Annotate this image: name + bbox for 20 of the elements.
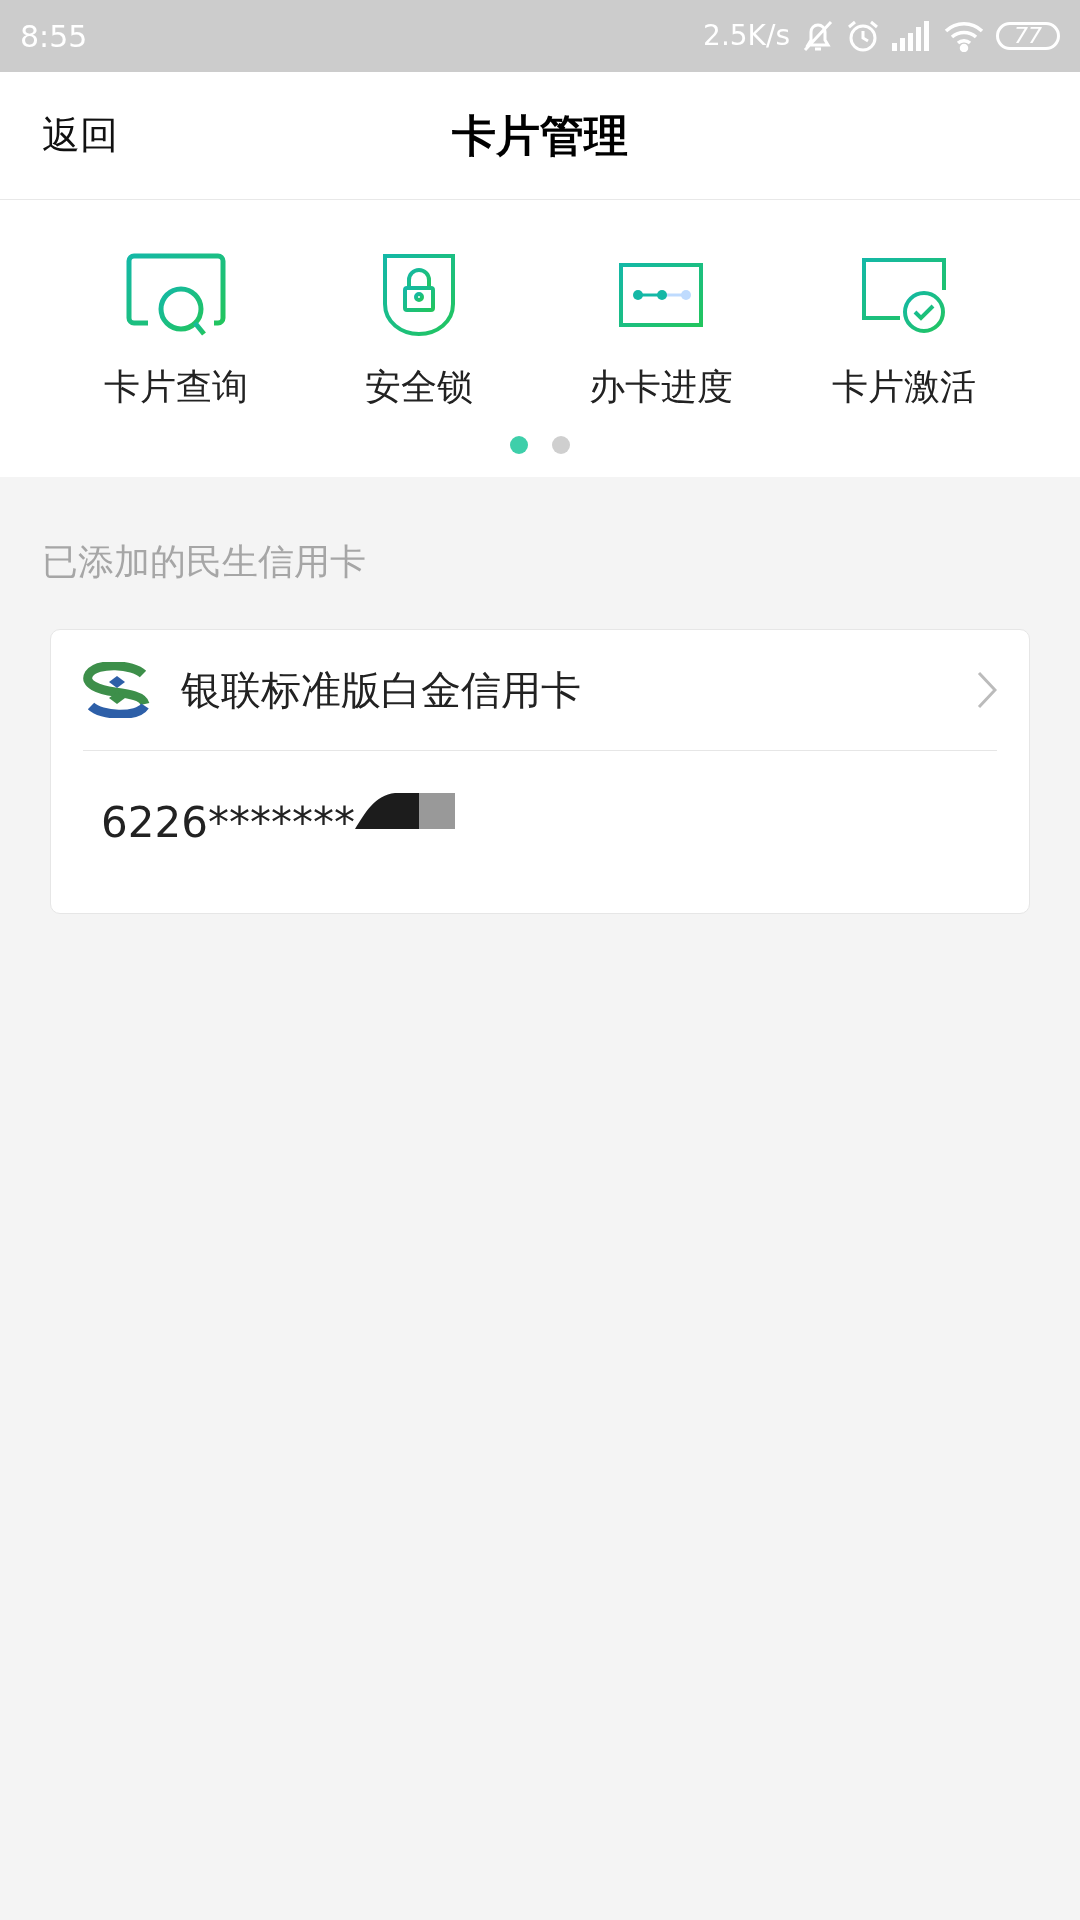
card-search-icon [126,253,227,337]
card-check-icon [859,256,948,334]
shortcut-button[interactable]: 安全锁 [297,250,540,414]
alarm-icon [846,19,880,53]
wifi-icon [944,20,984,52]
back-button[interactable]: 返回 [42,107,118,164]
progress-dots-icon [618,262,705,328]
credit-card-item[interactable]: 银联标准版白金信用卡 6226******* [50,629,1030,914]
section-label: 已添加的民生信用卡 [42,540,367,584]
shortcut-button[interactable]: 卡片激活 [782,250,1025,414]
shield-lock-icon [380,252,457,338]
chevron-right-icon [977,671,997,709]
bank-logo-icon [83,662,151,718]
card-name: 银联标准版白金信用卡 [181,666,581,715]
card-number: 6226******* [101,797,355,849]
shortcut-button[interactable]: 办卡进度 [540,250,783,414]
bell-off-icon [802,19,834,53]
signal-icon [892,21,932,51]
page-title: 卡片管理 [452,108,628,163]
shortcut-button[interactable]: 卡片查询 [55,250,298,414]
